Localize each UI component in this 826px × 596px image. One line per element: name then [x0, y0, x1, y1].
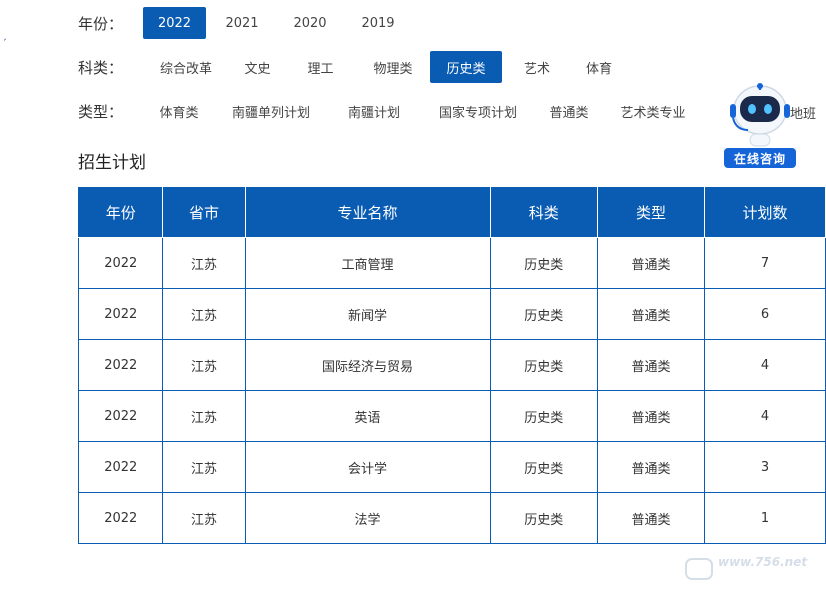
cell-province: 江苏: [162, 441, 246, 493]
year-filter: 年份： 2022 2021 2020 2019: [78, 7, 414, 39]
cell-year: 2022: [77, 492, 164, 544]
cell-subject: 历史类: [489, 441, 598, 493]
subject-option-science[interactable]: 理工: [285, 51, 356, 83]
cell-year: 2022: [77, 237, 164, 289]
cell-plan-count: 7: [704, 237, 826, 289]
cell-major: 英语: [244, 390, 491, 442]
type-filter-label: 类型：: [78, 102, 124, 121]
subject-filter-label: 科类：: [78, 58, 124, 77]
type-option-sports[interactable]: 体育类: [142, 95, 216, 127]
cell-subject: 历史类: [489, 492, 598, 544]
stray-mark: ˏ: [2, 30, 7, 41]
cell-province: 江苏: [162, 390, 246, 442]
watermark-logo-icon: [685, 558, 713, 580]
subject-filter: 科类： 综合改革 文史 理工 物理类 历史类 艺术 体育: [78, 51, 626, 83]
cell-subject: 历史类: [489, 390, 598, 442]
table-row: 2022 江苏 英语 历史类 普通类 4: [77, 390, 826, 442]
type-filter: 类型： 体育类 南疆单列计划 南疆计划 国家专项计划 普通类 艺术类专业: [78, 95, 702, 127]
cell-plan-count: 6: [704, 288, 826, 340]
cell-subject: 历史类: [489, 237, 598, 289]
section-title: 招生计划: [78, 153, 146, 173]
year-option-2021[interactable]: 2021: [206, 7, 278, 39]
type-option-art-major[interactable]: 艺术类专业: [604, 95, 702, 127]
site-watermark: www.756.net: [684, 555, 816, 585]
subject-option-sports[interactable]: 体育: [572, 51, 626, 83]
year-option-2020[interactable]: 2020: [278, 7, 342, 39]
table-header-row: 年份 省市 专业名称 科类 类型 计划数: [77, 186, 826, 238]
cell-plan-count: 1: [704, 492, 826, 544]
year-filter-label: 年份：: [78, 14, 124, 33]
cell-type: 普通类: [596, 237, 706, 289]
online-consult-label[interactable]: 在线咨询: [724, 148, 796, 168]
column-header-type[interactable]: 类型: [596, 186, 706, 238]
subject-option-liberal-arts[interactable]: 文史: [230, 51, 285, 83]
cell-province: 江苏: [162, 339, 246, 391]
cell-major: 会计学: [244, 441, 491, 493]
table-row: 2022 江苏 工商管理 历史类 普通类 7: [77, 237, 826, 289]
type-option-xinjiang-separate[interactable]: 南疆单列计划: [216, 95, 326, 127]
cell-province: 江苏: [162, 288, 246, 340]
cell-type: 普通类: [596, 441, 706, 493]
cell-subject: 历史类: [489, 288, 598, 340]
column-header-major[interactable]: 专业名称: [244, 186, 491, 238]
cell-type: 普通类: [596, 492, 706, 544]
cell-major: 法学: [244, 492, 491, 544]
table-row: 2022 江苏 法学 历史类 普通类 1: [77, 492, 826, 544]
subject-option-art[interactable]: 艺术: [502, 51, 572, 83]
robot-icon: [730, 83, 790, 147]
cell-province: 江苏: [162, 237, 246, 289]
table-row: 2022 江苏 新闻学 历史类 普通类 6: [77, 288, 826, 340]
cell-major: 工商管理: [244, 237, 491, 289]
subject-option-history[interactable]: 历史类: [430, 51, 502, 83]
table-row: 2022 江苏 国际经济与贸易 历史类 普通类 4: [77, 339, 826, 391]
cell-major: 国际经济与贸易: [244, 339, 491, 391]
type-option-xinjiang-plan[interactable]: 南疆计划: [326, 95, 422, 127]
cell-plan-count: 4: [704, 339, 826, 391]
enrollment-plan-table: 年份 省市 专业名称 科类 类型 计划数 2022 江苏 工商管理 历史类 普通…: [77, 186, 826, 544]
subject-option-physics[interactable]: 物理类: [356, 51, 430, 83]
column-header-province[interactable]: 省市: [162, 186, 246, 238]
cell-year: 2022: [77, 339, 164, 391]
type-option-national-special[interactable]: 国家专项计划: [422, 95, 534, 127]
column-header-plan-count[interactable]: 计划数: [704, 186, 826, 238]
cell-plan-count: 3: [704, 441, 826, 493]
online-consult-widget[interactable]: 在线咨询: [724, 80, 796, 170]
column-header-year[interactable]: 年份: [77, 186, 164, 238]
cell-year: 2022: [77, 288, 164, 340]
cell-year: 2022: [77, 441, 164, 493]
cell-year: 2022: [77, 390, 164, 442]
cell-type: 普通类: [596, 339, 706, 391]
type-option-regular[interactable]: 普通类: [534, 95, 604, 127]
cell-type: 普通类: [596, 288, 706, 340]
cell-plan-count: 4: [704, 390, 826, 442]
cell-province: 江苏: [162, 492, 246, 544]
table-row: 2022 江苏 会计学 历史类 普通类 3: [77, 441, 826, 493]
year-option-2019[interactable]: 2019: [342, 7, 414, 39]
column-header-subject[interactable]: 科类: [489, 186, 598, 238]
cell-subject: 历史类: [489, 339, 598, 391]
subject-option-comprehensive[interactable]: 综合改革: [142, 51, 230, 83]
cell-type: 普通类: [596, 390, 706, 442]
cell-major: 新闻学: [244, 288, 491, 340]
watermark-text: www.756.net: [718, 555, 808, 569]
year-option-2022[interactable]: 2022: [143, 7, 206, 39]
